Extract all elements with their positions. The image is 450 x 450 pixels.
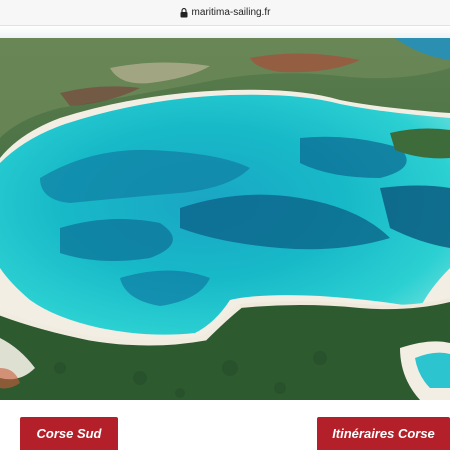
hero-image-aerial-bay bbox=[0, 38, 450, 400]
page-top-strip bbox=[0, 26, 450, 38]
lock-icon bbox=[180, 7, 188, 17]
aerial-bay-illustration bbox=[0, 38, 450, 400]
itineraires-corse-button[interactable]: Itinéraires Corse bbox=[317, 417, 450, 450]
browser-url-bar[interactable]: maritima-sailing.fr bbox=[0, 0, 450, 26]
url-text: maritima-sailing.fr bbox=[191, 7, 271, 18]
bottom-button-bar: Corse Sud Itinéraires Corse bbox=[0, 400, 450, 450]
corse-sud-button[interactable]: Corse Sud bbox=[20, 417, 118, 450]
